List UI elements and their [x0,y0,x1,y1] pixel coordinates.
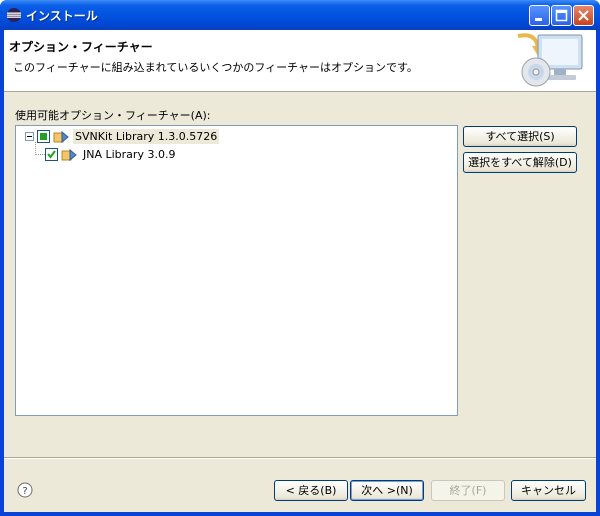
feature-checkbox-partial[interactable] [37,130,50,143]
install-monitor-cd-icon [517,33,583,87]
close-icon [578,10,589,21]
feature-plugin-icon [61,148,77,161]
finish-button[interactable]: 終了(F) [431,480,505,501]
checkmark-icon [47,150,56,159]
footer-separator [4,457,596,459]
title-bar[interactable]: インストール [0,0,600,30]
maximize-icon [555,9,568,22]
next-button[interactable]: 次へ >(N) [350,480,424,501]
tree-item-jna[interactable]: JNA Library 3.0.9 [45,146,177,163]
optional-features-tree[interactable]: SVNKit Library 1.3.0.5726 JNA Library 3.… [15,125,458,416]
dialog-client-area: オプション・フィーチャー このフィーチャーに組み込まれているいくつかのフィーチャ… [4,30,596,512]
deselect-all-button[interactable]: 選択をすべて解除(D) [463,152,577,173]
feature-checkbox-checked[interactable] [45,148,58,161]
feature-label: JNA Library 3.0.9 [83,148,176,161]
select-all-button[interactable]: すべて選択(S) [463,126,577,147]
optional-features-label: 使用可能オプション・フィーチャー(A): [15,109,211,122]
maximize-button[interactable] [551,5,572,26]
minimize-button[interactable] [529,5,550,26]
install-dialog-window: インストール オプション・フィーチャー このフィーチャーに組み込まれているいくつ… [0,0,600,516]
help-icon[interactable]: ? [17,482,33,498]
feature-plugin-icon [53,130,69,143]
page-description: このフィーチャーに組み込まれているいくつかのフィーチャーはオプションです。 [13,61,418,74]
minimize-icon [535,18,542,21]
svg-text:?: ? [22,486,27,497]
back-button[interactable]: < 戻る(B) [274,480,348,501]
eclipse-icon [7,8,21,22]
collapse-toggle-icon[interactable] [25,132,34,141]
feature-label: SVNKit Library 1.3.0.5726 [73,129,220,144]
tree-connector-line [35,154,45,155]
close-button[interactable] [573,5,594,26]
window-title: インストール [26,9,98,23]
cancel-button[interactable]: キャンセル [511,480,586,501]
page-title: オプション・フィーチャー [9,40,153,54]
tree-item-svnkit[interactable]: SVNKit Library 1.3.0.5726 [25,128,220,145]
wizard-header: オプション・フィーチャー このフィーチャーに組み込まれているいくつかのフィーチャ… [4,30,596,92]
